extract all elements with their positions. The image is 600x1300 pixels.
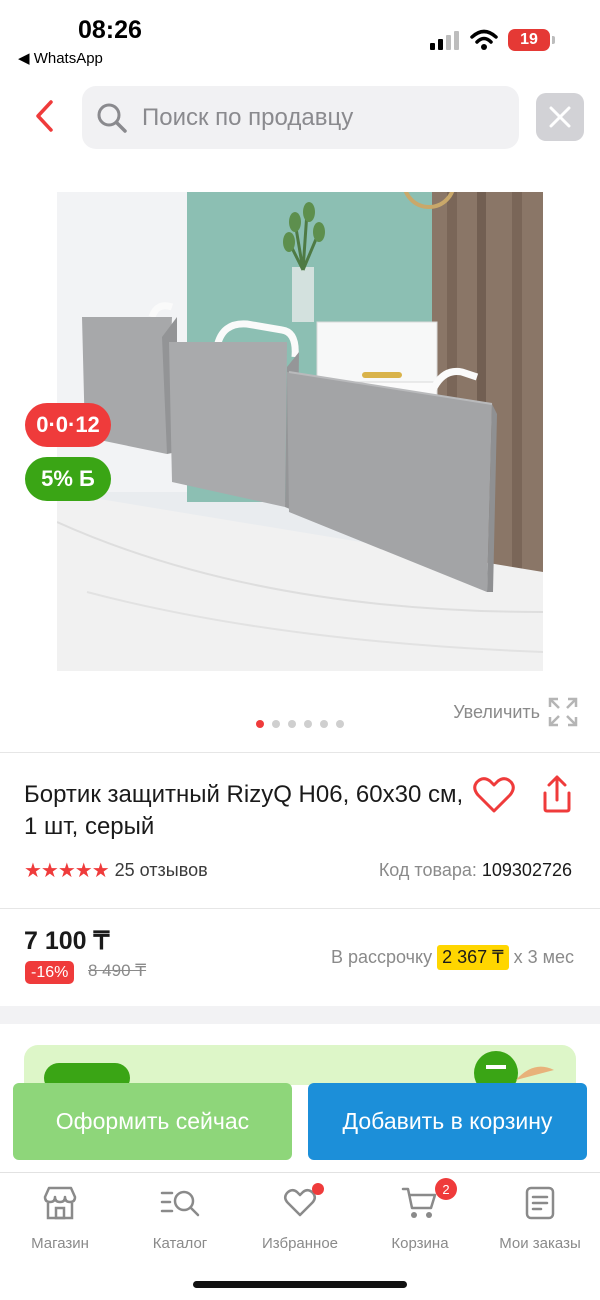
clear-search-button[interactable] [536, 93, 584, 141]
back-to-app-link[interactable]: ◀ WhatsApp [18, 49, 103, 67]
zoom-button[interactable]: Увеличить [453, 697, 578, 727]
back-button[interactable] [24, 96, 64, 136]
status-time: 08:26 [78, 16, 142, 44]
installment-amount: 2 367 ₸ [437, 945, 509, 970]
installment-badge: 0·0·12 [25, 403, 111, 447]
divider [0, 908, 600, 909]
expand-icon [548, 697, 578, 727]
product-code-label: Код товара: [378, 860, 477, 880]
home-indicator[interactable] [193, 1281, 407, 1288]
favorite-button[interactable] [472, 775, 516, 815]
chevron-left-icon [36, 100, 53, 132]
product-title: Бортик защитный RizyQ H06, 60x30 см, 1 ш… [24, 781, 464, 840]
store-icon [40, 1183, 80, 1223]
tab-catalog[interactable]: Каталог [120, 1183, 240, 1252]
battery-level: 19 [520, 31, 538, 48]
tab-cart[interactable]: 2 Корзина [360, 1178, 480, 1252]
buy-now-button[interactable]: Оформить сейчас [13, 1083, 292, 1160]
divider [0, 752, 600, 753]
search-header [0, 84, 600, 150]
promo-banner[interactable] [24, 1045, 576, 1085]
product-page: 08:26 ◀ WhatsApp 19 Поиск по продавцу 0·… [0, 0, 600, 1300]
pagination-dot-active[interactable] [256, 720, 264, 728]
rating-stars: ★★★★★ [24, 860, 110, 882]
add-to-cart-button[interactable]: Добавить в корзину [308, 1083, 587, 1160]
product-code-value: 109302726 [481, 860, 572, 880]
zoom-label: Увеличить [453, 701, 540, 722]
current-price: 7 100 ₸ [24, 927, 110, 955]
heart-icon [280, 1183, 324, 1223]
tab-store[interactable]: Магазин [0, 1183, 120, 1252]
cart-icon: 2 [400, 1178, 457, 1223]
tab-label: Корзина [391, 1235, 449, 1252]
pagination-dot[interactable] [272, 720, 280, 728]
tab-label: Каталог [152, 1235, 208, 1252]
promo-banner-art [44, 1051, 554, 1085]
pagination-dot[interactable] [320, 720, 328, 728]
rating-row[interactable]: ★★★★★ 25 отзывов [24, 858, 208, 883]
share-button[interactable] [537, 773, 577, 815]
section-separator [0, 1006, 600, 1024]
catalog-search-icon [160, 1183, 200, 1223]
battery-indicator: 19 [508, 29, 555, 51]
orders-icon [520, 1183, 560, 1223]
search-input[interactable] [142, 103, 482, 132]
tab-orders[interactable]: Мои заказы [480, 1183, 600, 1252]
old-price: 8 490 ₸ [88, 961, 147, 980]
pagination-dot[interactable] [288, 720, 296, 728]
discount-badge: -16% [25, 961, 75, 984]
wifi-icon [470, 29, 498, 50]
product-code: Код товара: 109302726 [379, 860, 572, 881]
search-box[interactable] [82, 86, 519, 149]
cart-count-badge: 2 [435, 1178, 457, 1200]
signal-icon [430, 31, 459, 50]
pagination-dot[interactable] [336, 720, 344, 728]
installment-suffix: х 3 мес [513, 947, 574, 967]
share-icon [543, 775, 571, 813]
tab-label: Магазин [31, 1235, 89, 1252]
pagination-dot[interactable] [304, 720, 312, 728]
tab-label: Мои заказы [499, 1235, 581, 1252]
bonus-badge: 5% Б [25, 457, 111, 501]
tab-label: Избранное [261, 1235, 339, 1252]
heart-outline-icon [473, 777, 515, 813]
search-icon [97, 103, 127, 133]
notification-dot [312, 1183, 324, 1195]
status-icons: 19 [430, 29, 555, 51]
product-image[interactable] [57, 192, 543, 671]
product-photo-illustration [57, 192, 543, 671]
installment-info[interactable]: В рассрочку 2 367 ₸ х 3 мес [331, 945, 574, 970]
installment-prefix: В рассрочку [330, 947, 433, 967]
status-bar: 08:26 ◀ WhatsApp 19 [0, 0, 600, 76]
tab-favorites[interactable]: Избранное [240, 1183, 360, 1252]
close-icon [549, 106, 571, 128]
reviews-link[interactable]: 25 отзывов [115, 860, 208, 881]
image-pagination [256, 720, 344, 728]
